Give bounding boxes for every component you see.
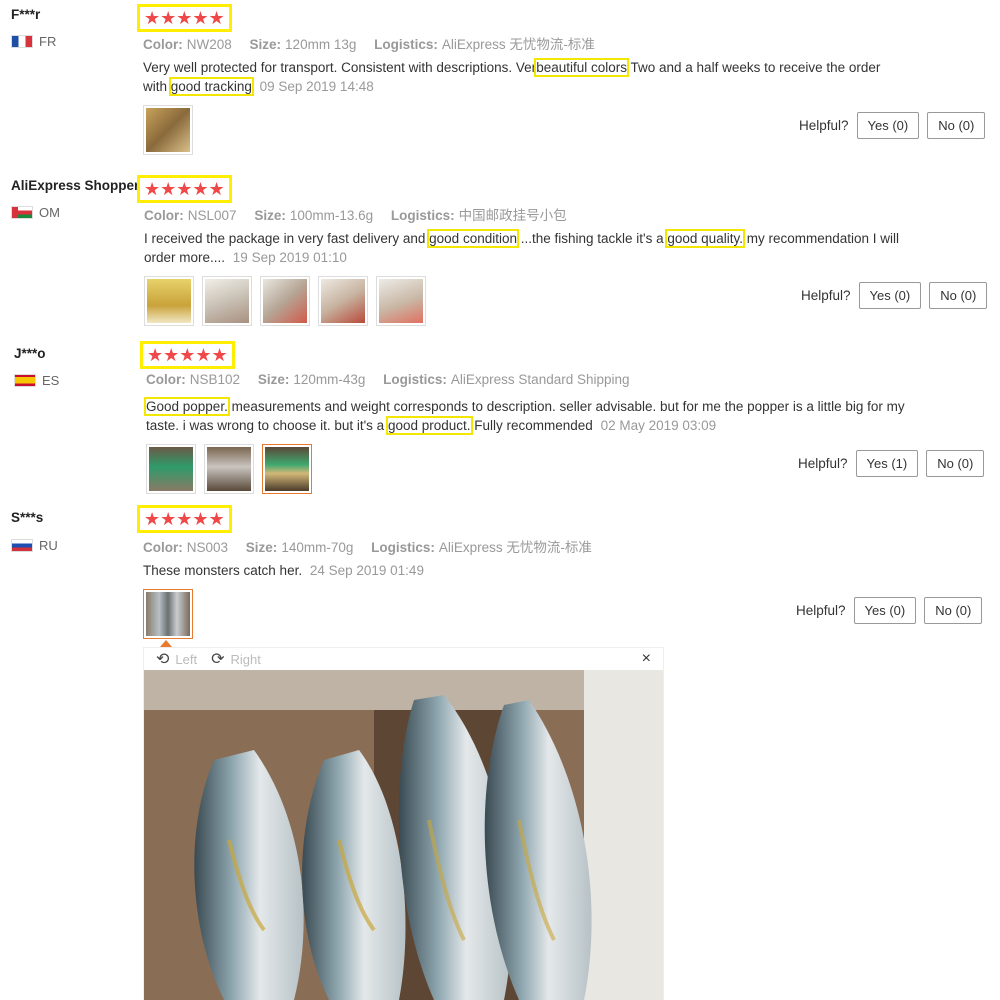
review-photos	[146, 444, 312, 494]
star-rating: ★★★★★	[137, 505, 232, 533]
highlight: good quality.	[665, 229, 745, 248]
viewer-toolbar: ⟲ Left ⟳ Right ×	[144, 648, 663, 670]
enlarged-photo	[144, 670, 663, 1000]
highlight: good tracking	[168, 77, 254, 96]
close-icon[interactable]: ×	[642, 650, 651, 668]
review-meta: Color: NSB102 Size: 120mm-43g Logistics: Al…	[146, 372, 630, 387]
review-date: 09 Sep 2019 14:48	[259, 79, 374, 94]
reviewer-country: RU	[11, 538, 58, 553]
review-photos	[143, 589, 193, 639]
photo-thumbnail[interactable]	[376, 276, 426, 326]
france-flag-icon	[11, 35, 33, 48]
review-text: These monsters catch her. 24 Sep 2019 01…	[143, 563, 424, 578]
rotate-right-icon[interactable]: ⟳	[211, 649, 224, 669]
review-meta: Color: NS003 Size: 140mm-70g Logistics: Ali…	[143, 540, 592, 555]
helpful-vote: Helpful? Yes (0) No (0)	[801, 282, 988, 309]
photo-thumbnail[interactable]	[143, 589, 193, 639]
reviewer-country: FR	[11, 34, 56, 49]
photo-thumbnail[interactable]	[144, 276, 194, 326]
review-meta: Color: NSL007 Size: 100mm-13.6g Logistics:…	[144, 208, 567, 223]
review-text: Very well protected for transport. Consi…	[143, 58, 881, 96]
star-rating: ★★★★★	[137, 175, 232, 203]
reviewer-name: AliExpress Shopper	[11, 178, 140, 193]
highlight: good product.	[385, 416, 473, 435]
reviewer-name: J***o	[14, 346, 46, 361]
yes-button[interactable]: Yes (0)	[853, 597, 917, 624]
rotate-left-icon[interactable]: ⟲	[156, 649, 169, 669]
helpful-vote: Helpful? Yes (0) No (0)	[799, 112, 986, 139]
photo-thumbnail[interactable]	[202, 276, 252, 326]
review-text: I received the package in very fast deli…	[144, 229, 900, 265]
photo-thumbnail[interactable]	[262, 444, 312, 494]
reviewer-name: F***r	[11, 7, 41, 22]
star-rating: ★★★★★	[140, 341, 235, 369]
russia-flag-icon	[11, 539, 33, 552]
photo-thumbnail[interactable]	[143, 105, 193, 155]
review-date: 02 May 2019 03:09	[600, 418, 717, 433]
oman-flag-icon	[11, 206, 33, 219]
helpful-vote: Helpful? Yes (0) No (0)	[796, 597, 983, 624]
spain-flag-icon	[14, 374, 36, 387]
highlight: beautiful colors	[534, 58, 629, 77]
review-meta: Color: NW208 Size: 120mm 13g Logistics: Ali…	[143, 37, 595, 52]
no-button[interactable]: No (0)	[924, 597, 983, 624]
review-photos	[144, 276, 426, 326]
yes-button[interactable]: Yes (0)	[856, 112, 920, 139]
photo-thumbnail[interactable]	[146, 444, 196, 494]
photo-thumbnail[interactable]	[204, 444, 254, 494]
highlight: Good popper.	[144, 397, 230, 416]
star-rating: ★★★★★	[137, 4, 232, 32]
photo-thumbnail[interactable]	[318, 276, 368, 326]
fish-photo-illustration	[144, 670, 663, 1000]
no-button[interactable]: No (0)	[929, 282, 988, 309]
yes-button[interactable]: Yes (0)	[858, 282, 922, 309]
helpful-vote: Helpful? Yes (1) No (0)	[798, 450, 985, 477]
review-date: 24 Sep 2019 01:49	[309, 563, 424, 578]
review-text: Good popper. measurements and weight cor…	[144, 397, 905, 435]
viewer-pointer	[160, 640, 172, 647]
yes-button[interactable]: Yes (1)	[855, 450, 919, 477]
highlight: good condition	[427, 229, 519, 248]
rotate-left-label[interactable]: Left	[175, 652, 197, 667]
photo-viewer: ⟲ Left ⟳ Right ×	[143, 647, 664, 1000]
reviewer-country: ES	[14, 373, 59, 388]
no-button[interactable]: No (0)	[927, 112, 986, 139]
no-button[interactable]: No (0)	[926, 450, 985, 477]
photo-thumbnail[interactable]	[260, 276, 310, 326]
rotate-right-label[interactable]: Right	[231, 652, 261, 667]
review-photos	[143, 105, 193, 155]
reviewer-name: S***s	[11, 510, 44, 525]
review-date: 19 Sep 2019 01:10	[232, 250, 347, 265]
reviewer-country: OM	[11, 205, 60, 220]
